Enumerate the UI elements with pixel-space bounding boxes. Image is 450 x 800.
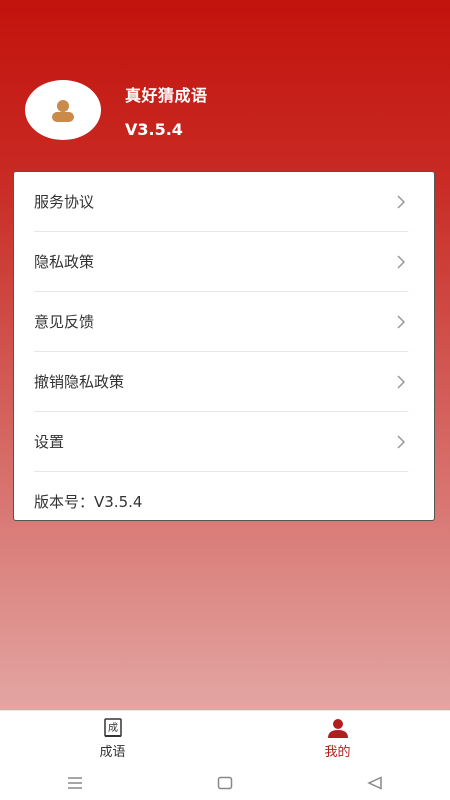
back-triangle-icon bbox=[367, 775, 382, 790]
chevron-right-icon bbox=[397, 194, 406, 209]
chevron-right-icon bbox=[397, 254, 406, 269]
app-version: V3.5.4 bbox=[125, 119, 183, 139]
menu-item-feedback[interactable]: 意见反馈 bbox=[34, 292, 408, 352]
tab-label: 成语 bbox=[99, 745, 126, 760]
menu-nav-button[interactable] bbox=[65, 775, 85, 791]
menu-item-label: 服务协议 bbox=[34, 193, 95, 211]
tab-mine[interactable]: 我的 bbox=[225, 711, 450, 766]
menu-item-label: 设置 bbox=[34, 433, 65, 451]
menu-item-label: 隐私政策 bbox=[34, 253, 95, 271]
menu-lines-icon bbox=[68, 776, 82, 789]
home-nav-button[interactable] bbox=[215, 775, 235, 791]
home-square-icon bbox=[217, 776, 233, 789]
profile-header: 真好猜成语 V3.5.4 bbox=[25, 80, 208, 140]
avatar[interactable] bbox=[25, 80, 101, 140]
tab-idioms[interactable]: 成 成语 bbox=[0, 711, 225, 766]
bottom-tab-bar: 成 成语 我的 bbox=[0, 710, 450, 766]
profile-text: 真好猜成语 V3.5.4 bbox=[125, 82, 208, 139]
user-icon bbox=[327, 719, 348, 738]
app-name: 真好猜成语 bbox=[125, 85, 208, 105]
system-nav-bar bbox=[0, 765, 450, 800]
book-icon: 成 bbox=[103, 718, 122, 737]
back-nav-button[interactable] bbox=[365, 775, 385, 791]
version-row: 版本号：V3.5.4 bbox=[34, 472, 408, 531]
menu-item-service-agreement[interactable]: 服务协议 bbox=[34, 172, 408, 232]
book-icon-char: 成 bbox=[108, 722, 118, 734]
settings-card: 服务协议 隐私政策 意见反馈 撤销隐私政策 设置 版本号：V3.5.4 bbox=[13, 171, 435, 521]
tab-label: 我的 bbox=[324, 745, 351, 760]
chevron-right-icon bbox=[397, 374, 406, 389]
chevron-right-icon bbox=[397, 434, 406, 449]
chevron-right-icon bbox=[397, 314, 406, 329]
menu-item-privacy-policy[interactable]: 隐私政策 bbox=[34, 232, 408, 292]
menu-item-label: 撤销隐私政策 bbox=[34, 373, 125, 391]
menu-item-revoke-privacy[interactable]: 撤销隐私政策 bbox=[34, 352, 408, 412]
user-avatar-icon bbox=[52, 100, 74, 122]
version-label: 版本号：V3.5.4 bbox=[34, 493, 143, 511]
menu-item-label: 意见反馈 bbox=[34, 313, 95, 331]
menu-item-settings[interactable]: 设置 bbox=[34, 412, 408, 472]
